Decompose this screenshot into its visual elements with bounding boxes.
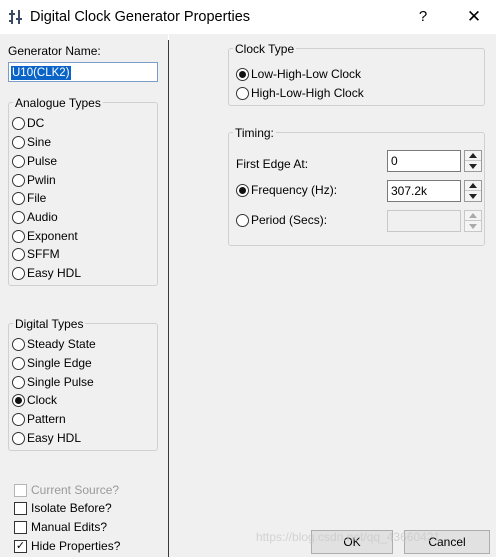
analogue-types-title: Analogue Types [13, 96, 103, 110]
radio-button[interactable] [12, 229, 25, 243]
radio-analogue-sffm[interactable]: SFFM [12, 246, 60, 262]
first-edge-input[interactable]: 0 [387, 150, 461, 172]
radio-analogue-dc[interactable]: DC [12, 115, 44, 131]
radio-button[interactable] [236, 183, 249, 197]
radio-button[interactable] [12, 266, 25, 280]
frequency-value: 307.2k [391, 184, 428, 198]
radio-label: Audio [27, 210, 58, 224]
checkbox [14, 483, 27, 497]
radio-label: Steady State [27, 337, 96, 351]
radio-button[interactable] [12, 356, 25, 370]
period-spinner [464, 210, 482, 232]
generator-name-label: Generator Name: [8, 44, 101, 58]
period-input [387, 210, 461, 232]
radio-low-high-low-clock[interactable]: Low-High-Low Clock [236, 66, 361, 82]
radio-button[interactable] [12, 135, 25, 149]
radio-digital-single-edge[interactable]: Single Edge [12, 355, 92, 371]
radio-analogue-easy-hdl[interactable]: Easy HDL [12, 265, 81, 281]
clock-generator-icon [8, 9, 24, 25]
radio-label: Pwlin [27, 173, 56, 187]
checkbox-checked[interactable]: ✓ [14, 539, 27, 553]
radio-digital-single-pulse[interactable]: Single Pulse [12, 374, 94, 390]
radio-button[interactable] [12, 154, 25, 168]
checkbox-current-source: Current Source? [14, 482, 119, 498]
radio-button[interactable] [12, 393, 25, 407]
radio-digital-pattern[interactable]: Pattern [12, 411, 66, 427]
radio-button[interactable] [236, 67, 249, 81]
title-bar: Digital Clock Generator Properties ? ✕ [0, 0, 496, 34]
radio-label: Easy HDL [27, 431, 82, 445]
radio-button[interactable] [12, 210, 25, 224]
frequency-input[interactable]: 307.2k [387, 180, 461, 202]
radio-label: Low-High-Low Clock [251, 67, 362, 81]
radio-label: Single Edge [27, 356, 92, 370]
radio-analogue-exponent[interactable]: Exponent [12, 228, 78, 244]
radio-button[interactable] [12, 116, 25, 130]
radio-frequency[interactable]: Frequency (Hz): [236, 182, 337, 198]
clock-type-title: Clock Type [233, 42, 297, 56]
spin-down-icon [465, 221, 481, 231]
checkbox-hide-properties[interactable]: ✓ Hide Properties? [14, 538, 120, 554]
watermark-text: https://blog.csdn.net/qq_43660421 [256, 530, 441, 544]
radio-label: SFFM [27, 247, 60, 261]
frequency-spinner[interactable] [464, 180, 482, 202]
radio-label: Frequency (Hz): [251, 183, 338, 197]
checkbox-manual-edits[interactable]: Manual Edits? [14, 519, 107, 535]
radio-label: Clock [27, 393, 58, 407]
checkbox[interactable] [14, 520, 27, 534]
radio-analogue-pulse[interactable]: Pulse [12, 153, 57, 169]
radio-period[interactable]: Period (Secs): [236, 212, 327, 228]
generator-name-value: U10(CLK2) [11, 66, 71, 80]
spin-down-icon[interactable] [465, 161, 481, 171]
radio-button[interactable] [12, 337, 25, 351]
checkbox[interactable] [14, 501, 27, 515]
right-panel [169, 34, 496, 557]
radio-analogue-file[interactable]: File [12, 190, 46, 206]
radio-label: Pattern [27, 412, 66, 426]
close-button[interactable]: ✕ [462, 5, 486, 29]
digital-types-title: Digital Types [13, 317, 86, 331]
radio-label: Easy HDL [27, 266, 82, 280]
radio-button[interactable] [12, 173, 25, 187]
radio-button[interactable] [236, 86, 249, 100]
spin-up-icon[interactable] [465, 151, 481, 161]
radio-label: Exponent [27, 229, 78, 243]
generator-name-input[interactable]: U10(CLK2) [8, 62, 158, 82]
radio-button[interactable] [12, 412, 25, 426]
spin-up-icon [465, 211, 481, 221]
radio-label: File [27, 191, 47, 205]
first-edge-spinner[interactable] [464, 150, 482, 172]
radio-analogue-audio[interactable]: Audio [12, 209, 58, 225]
radio-label: High-Low-High Clock [251, 86, 364, 100]
radio-high-low-high-clock[interactable]: High-Low-High Clock [236, 85, 364, 101]
radio-digital-easy-hdl[interactable]: Easy HDL [12, 430, 81, 446]
radio-analogue-sine[interactable]: Sine [12, 134, 51, 150]
radio-button[interactable] [12, 191, 25, 205]
radio-button[interactable] [12, 247, 25, 261]
radio-button[interactable] [12, 375, 25, 389]
radio-digital-steady-state[interactable]: Steady State [12, 336, 96, 352]
timing-title: Timing: [233, 126, 276, 140]
radio-label: Period (Secs): [251, 213, 328, 227]
checkbox-label: Manual Edits? [31, 520, 108, 534]
radio-digital-clock[interactable]: Clock [12, 392, 57, 408]
spin-up-icon[interactable] [465, 181, 481, 191]
checkbox-label: Hide Properties? [31, 539, 121, 553]
window-title: Digital Clock Generator Properties [30, 9, 251, 25]
radio-analogue-pwlin[interactable]: Pwlin [12, 172, 56, 188]
help-button[interactable]: ? [412, 5, 434, 29]
checkbox-label: Current Source? [31, 483, 120, 497]
checkbox-isolate-before[interactable]: Isolate Before? [14, 500, 112, 516]
first-edge-label: First Edge At: [236, 157, 309, 171]
radio-label: Single Pulse [27, 375, 94, 389]
radio-button[interactable] [12, 431, 25, 445]
spin-down-icon[interactable] [465, 191, 481, 201]
radio-button[interactable] [236, 213, 249, 227]
radio-label: DC [27, 116, 45, 130]
checkbox-label: Isolate Before? [31, 501, 112, 515]
radio-label: Pulse [27, 154, 58, 168]
first-edge-value: 0 [391, 154, 398, 168]
radio-label: Sine [27, 135, 52, 149]
